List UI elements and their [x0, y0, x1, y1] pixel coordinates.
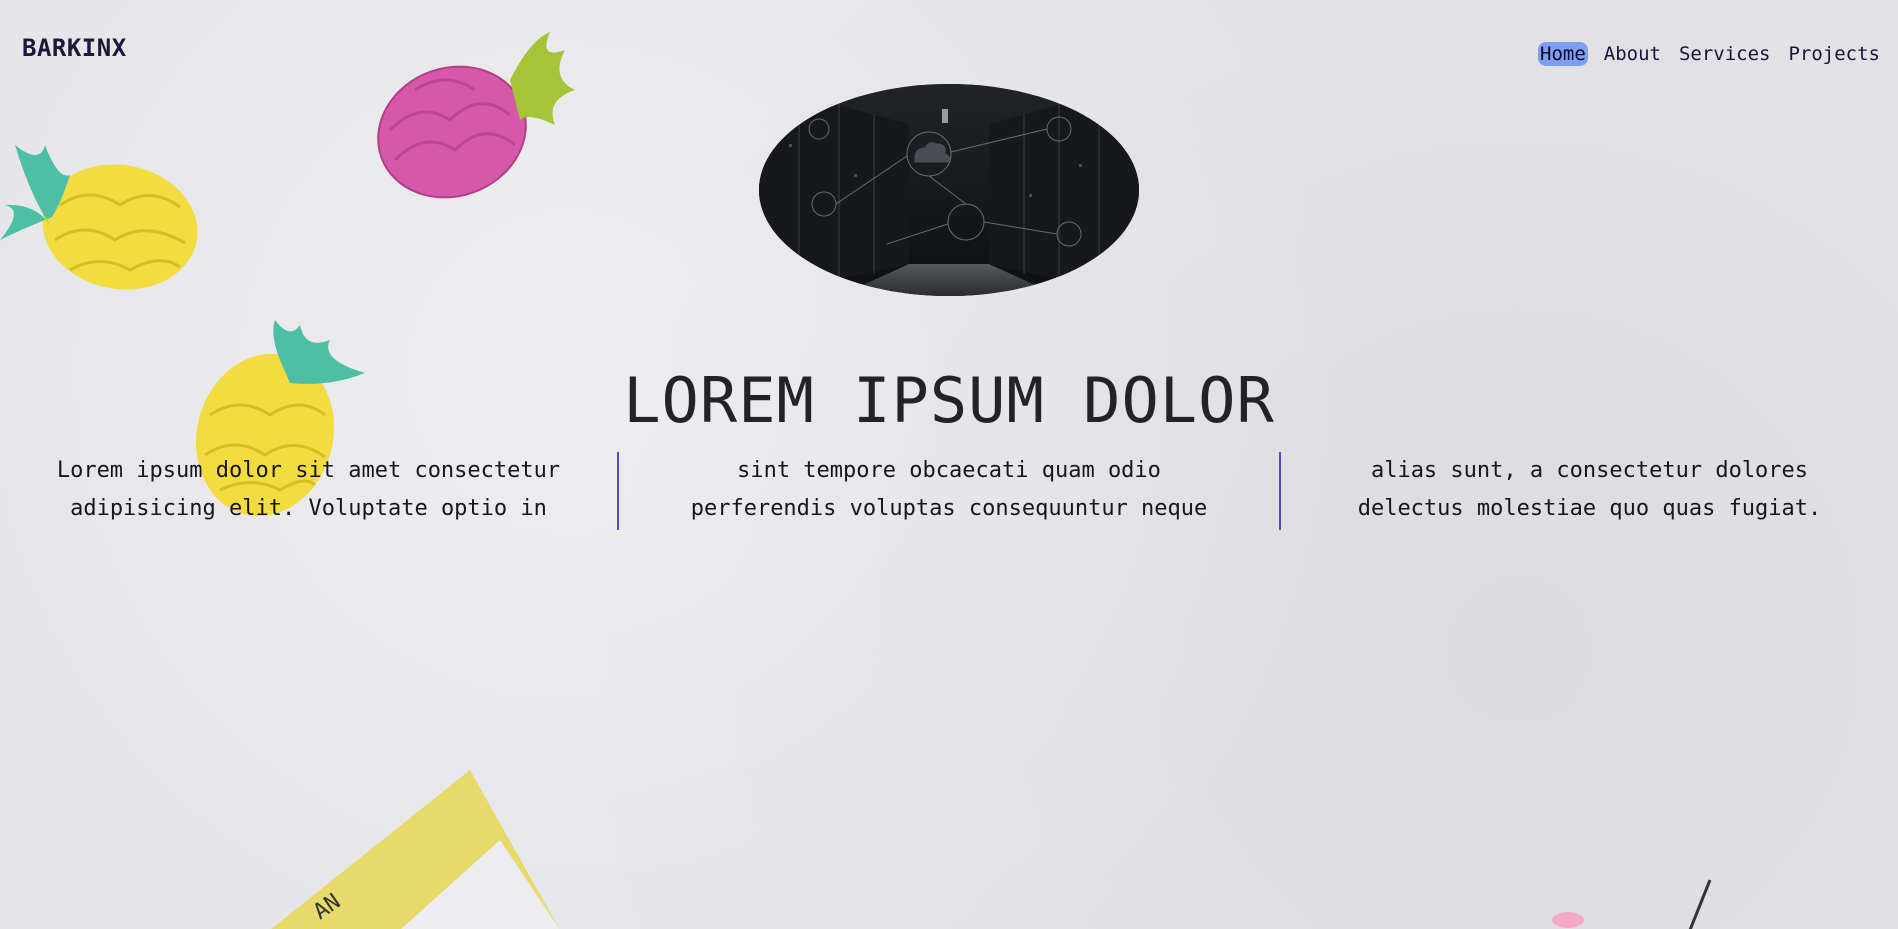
intro-column-3: alias sunt, a consectetur dolores delect…: [1281, 452, 1898, 530]
column-text-line: adipisicing elit. Voluptate optio in: [70, 496, 547, 521]
nav-home-link[interactable]: Home: [1538, 42, 1588, 66]
yellow-pineapple-eraser-image: [0, 145, 198, 290]
site-logo[interactable]: BARKINX: [22, 34, 127, 62]
intro-column-1: Lorem ipsum dolor sit amet consectetur a…: [0, 452, 617, 530]
push-pin-image: [1552, 879, 1712, 929]
intro-column-2: sint tempore obcaecati quam odio perfere…: [617, 452, 1281, 530]
nav-services-link[interactable]: Services: [1677, 42, 1773, 66]
notebook-corner-image: AN: [271, 770, 560, 929]
column-text-line: alias sunt, a consectetur dolores: [1370, 458, 1809, 483]
column-text-line: perferendis voluptas consequuntur neque: [690, 496, 1208, 521]
hero-image: [759, 84, 1139, 296]
nav-projects-link[interactable]: Projects: [1786, 42, 1882, 66]
main-nav: Home About Services Projects: [1538, 42, 1882, 66]
hero-headline: LOREM IPSUM DOLOR: [623, 364, 1275, 437]
nav-about-link[interactable]: About: [1602, 42, 1663, 66]
column-text-line: Lorem ipsum dolor sit amet consectetur: [56, 458, 561, 483]
column-text-line: sint tempore obcaecati quam odio: [737, 458, 1161, 483]
server-room-image: [759, 84, 1139, 296]
pink-pineapple-eraser-image: [377, 32, 575, 199]
intro-columns: Lorem ipsum dolor sit amet consectetur a…: [0, 452, 1898, 530]
column-text-line: delectus molestiae quo quas fugiat.: [1357, 496, 1822, 521]
